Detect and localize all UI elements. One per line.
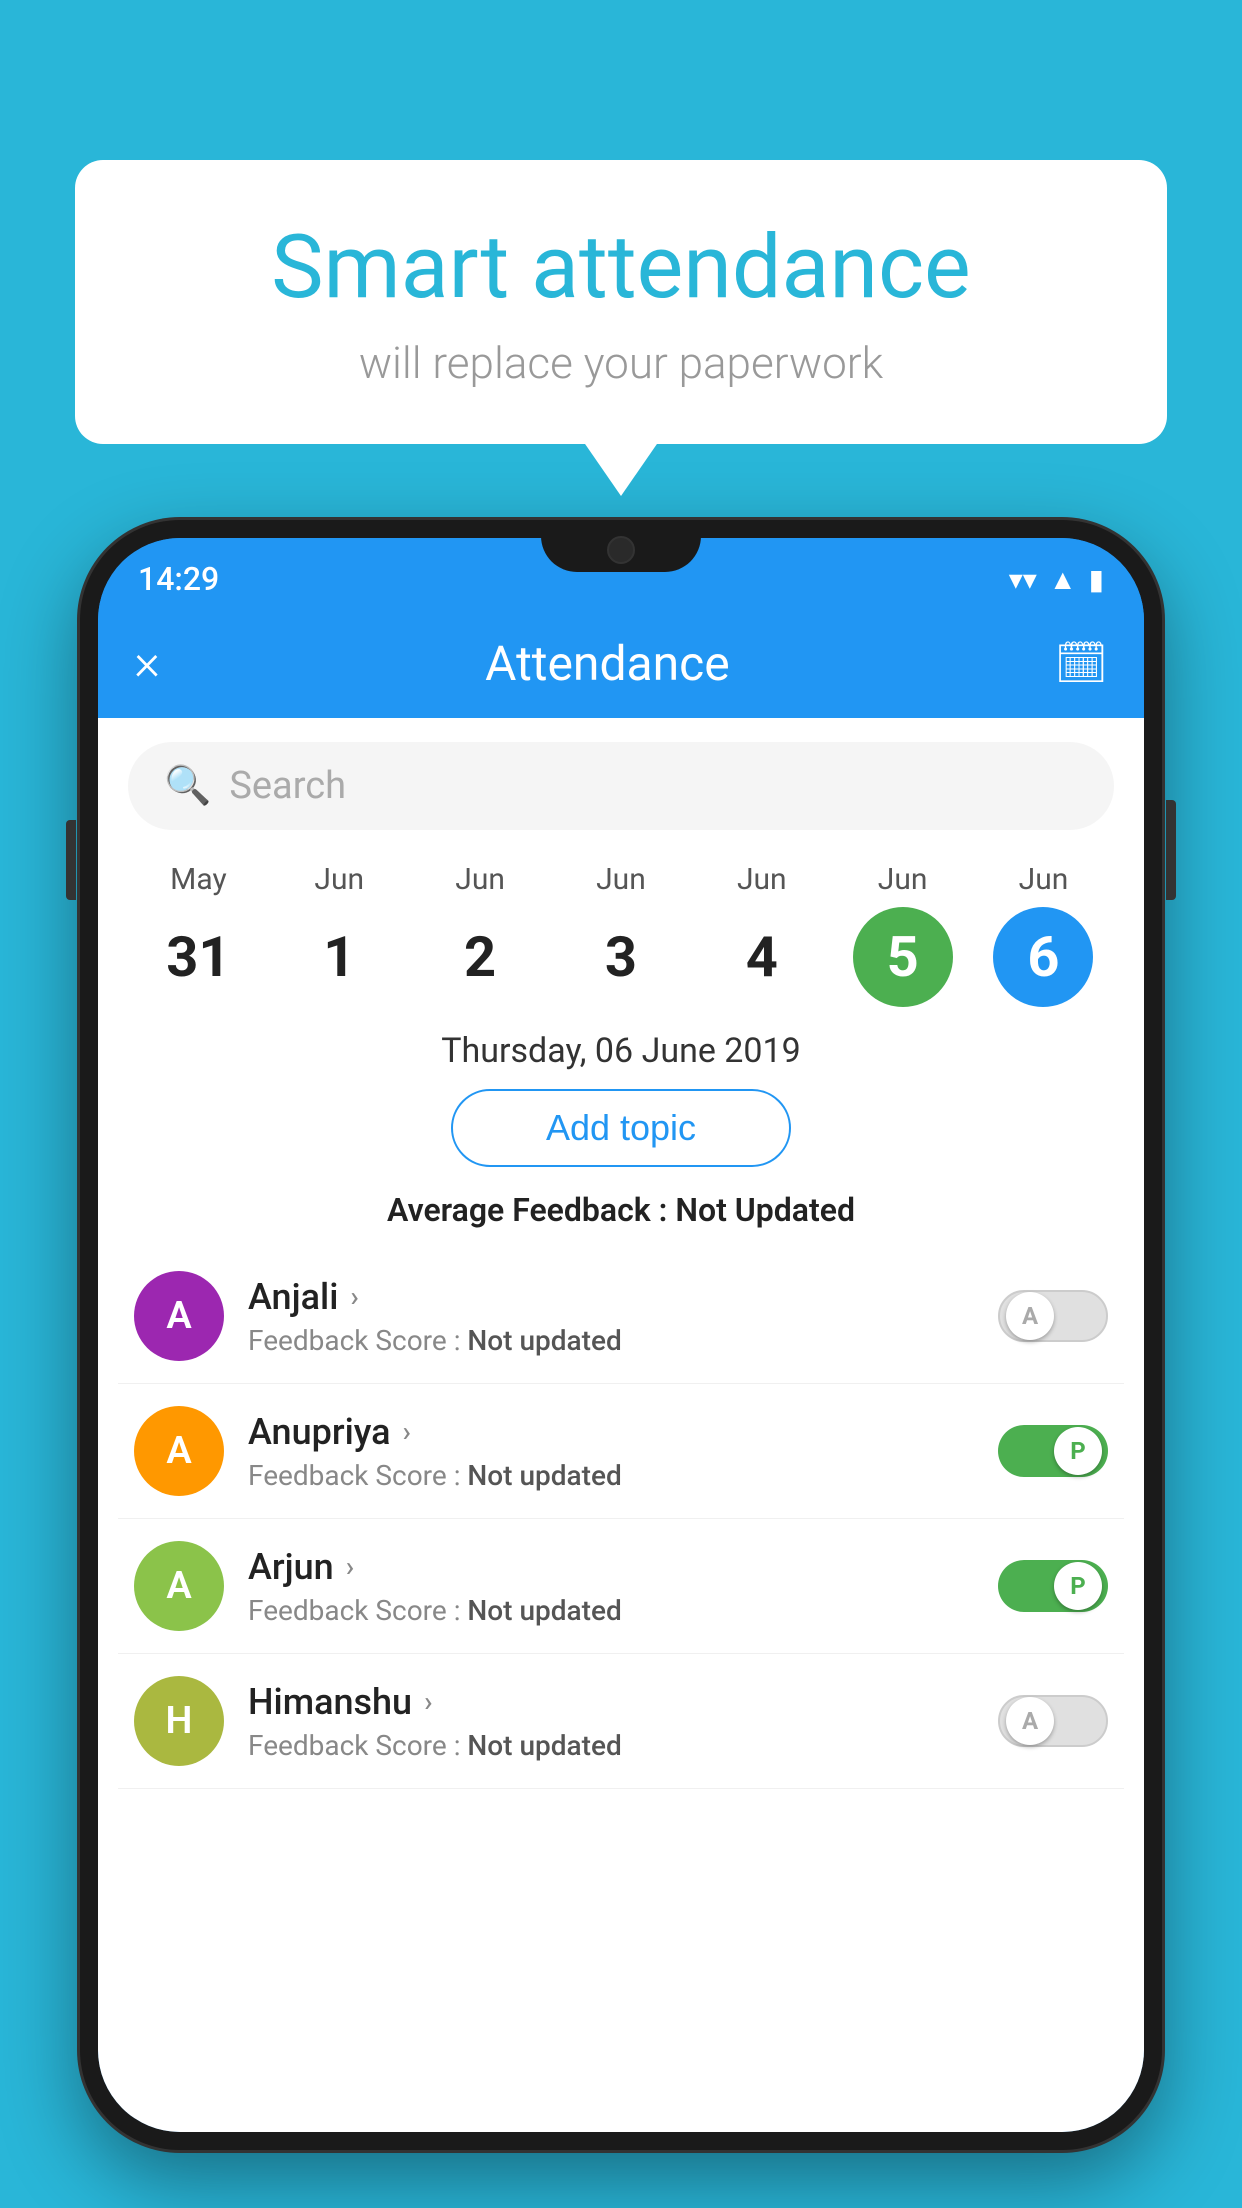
avatar-0: A — [134, 1271, 224, 1361]
cal-month-2: Jun — [455, 862, 505, 897]
avg-feedback-label: Average Feedback : — [387, 1191, 675, 1229]
cal-month-4: Jun — [737, 862, 787, 897]
phone-camera — [607, 536, 635, 564]
app-bar: × Attendance 🗓 — [98, 608, 1144, 718]
cal-date-5[interactable]: 5 — [853, 907, 953, 1007]
calendar-day-2[interactable]: Jun 2 — [420, 862, 540, 1007]
content-area: 🔍 Search May 31 Jun 1 Jun 2 Jun 3 Jun 4 Jun 5 Jun 6 T… — [98, 718, 1144, 2132]
cal-month-0: May — [170, 862, 226, 897]
close-button[interactable]: × — [134, 634, 160, 692]
student-list: AAnjali ›Feedback Score : Not updatedAAA… — [98, 1249, 1144, 1789]
student-chevron-3: › — [424, 1685, 432, 1718]
cal-month-3: Jun — [596, 862, 646, 897]
add-topic-button[interactable]: Add topic — [451, 1089, 791, 1167]
speech-bubble-subtitle: will replace your paperwork — [135, 337, 1107, 389]
student-name-2: Arjun › — [248, 1546, 974, 1588]
student-feedback-0: Feedback Score : Not updated — [248, 1324, 974, 1357]
calendar-icon[interactable]: 🗓 — [1055, 639, 1108, 688]
search-bar[interactable]: 🔍 Search — [128, 742, 1114, 830]
toggle-knob-2: P — [1054, 1562, 1102, 1610]
calendar-strip: May 31 Jun 1 Jun 2 Jun 3 Jun 4 Jun 5 Jun 6 — [98, 846, 1144, 1007]
cal-month-1: Jun — [314, 862, 364, 897]
battery-icon: ▮ — [1089, 563, 1104, 596]
status-time: 14:29 — [138, 548, 219, 598]
cal-month-6: Jun — [1019, 862, 1069, 897]
calendar-day-4[interactable]: Jun 4 — [702, 862, 822, 1007]
attendance-toggle-3[interactable]: A — [998, 1695, 1108, 1747]
student-chevron-0: › — [350, 1280, 358, 1313]
speech-bubble-container: Smart attendance will replace your paper… — [75, 160, 1167, 444]
student-feedback-1: Feedback Score : Not updated — [248, 1459, 974, 1492]
student-name-1: Anupriya › — [248, 1411, 974, 1453]
speech-bubble: Smart attendance will replace your paper… — [75, 160, 1167, 444]
student-item-3[interactable]: H Himanshu › Feedback Score : Not updated A — [118, 1654, 1124, 1789]
student-info-3: Himanshu › Feedback Score : Not updated — [248, 1681, 974, 1762]
attendance-toggle-1[interactable]: P — [998, 1425, 1108, 1477]
avatar-2: A — [134, 1541, 224, 1631]
cal-month-5: Jun — [878, 862, 928, 897]
wifi-icon: ▾▾ — [1009, 563, 1037, 596]
attendance-toggle-0[interactable]: A — [998, 1290, 1108, 1342]
attendance-toggle-2[interactable]: P — [998, 1560, 1108, 1612]
cal-date-2[interactable]: 2 — [430, 907, 530, 1007]
search-icon: 🔍 — [164, 764, 211, 808]
student-item-0[interactable]: A Anjali › Feedback Score : Not updated A — [118, 1249, 1124, 1384]
student-name-3: Himanshu › — [248, 1681, 974, 1723]
phone-container: 14:29 ▾▾ ▲ ▮ × Attendance 🗓 🔍 Search — [80, 520, 1162, 2208]
search-input-placeholder[interactable]: Search — [229, 764, 346, 808]
student-chevron-1: › — [403, 1415, 411, 1448]
toggle-knob-0: A — [1006, 1292, 1054, 1340]
phone-notch — [541, 520, 701, 572]
avatar-1: A — [134, 1406, 224, 1496]
student-item-1[interactable]: A Anupriya › Feedback Score : Not updated P — [118, 1384, 1124, 1519]
speech-bubble-title: Smart attendance — [135, 220, 1107, 317]
avg-feedback: Average Feedback : Not Updated — [98, 1191, 1144, 1229]
selected-date-label: Thursday, 06 June 2019 — [98, 1031, 1144, 1071]
calendar-day-0[interactable]: May 31 — [138, 862, 258, 1007]
student-feedback-2: Feedback Score : Not updated — [248, 1594, 974, 1627]
phone-outer: 14:29 ▾▾ ▲ ▮ × Attendance 🗓 🔍 Search — [80, 520, 1162, 2150]
toggle-knob-1: P — [1054, 1427, 1102, 1475]
phone-screen: 14:29 ▾▾ ▲ ▮ × Attendance 🗓 🔍 Search — [98, 538, 1144, 2132]
student-name-0: Anjali › — [248, 1276, 974, 1318]
student-info-1: Anupriya › Feedback Score : Not updated — [248, 1411, 974, 1492]
cal-date-0[interactable]: 31 — [148, 907, 248, 1007]
status-icons: ▾▾ ▲ ▮ — [1009, 551, 1104, 596]
signal-icon: ▲ — [1049, 563, 1077, 596]
student-chevron-2: › — [346, 1550, 354, 1583]
student-info-2: Arjun › Feedback Score : Not updated — [248, 1546, 974, 1627]
app-bar-title: Attendance — [485, 635, 730, 692]
student-feedback-3: Feedback Score : Not updated — [248, 1729, 974, 1762]
cal-date-4[interactable]: 4 — [712, 907, 812, 1007]
cal-date-3[interactable]: 3 — [571, 907, 671, 1007]
calendar-day-6[interactable]: Jun 6 — [983, 862, 1103, 1007]
toggle-knob-3: A — [1006, 1697, 1054, 1745]
student-item-2[interactable]: A Arjun › Feedback Score : Not updated P — [118, 1519, 1124, 1654]
calendar-day-1[interactable]: Jun 1 — [279, 862, 399, 1007]
avg-feedback-value: Not Updated — [675, 1191, 855, 1229]
calendar-day-3[interactable]: Jun 3 — [561, 862, 681, 1007]
calendar-day-5[interactable]: Jun 5 — [843, 862, 963, 1007]
avatar-3: H — [134, 1676, 224, 1766]
cal-date-6[interactable]: 6 — [993, 907, 1093, 1007]
student-info-0: Anjali › Feedback Score : Not updated — [248, 1276, 974, 1357]
cal-date-1[interactable]: 1 — [289, 907, 389, 1007]
